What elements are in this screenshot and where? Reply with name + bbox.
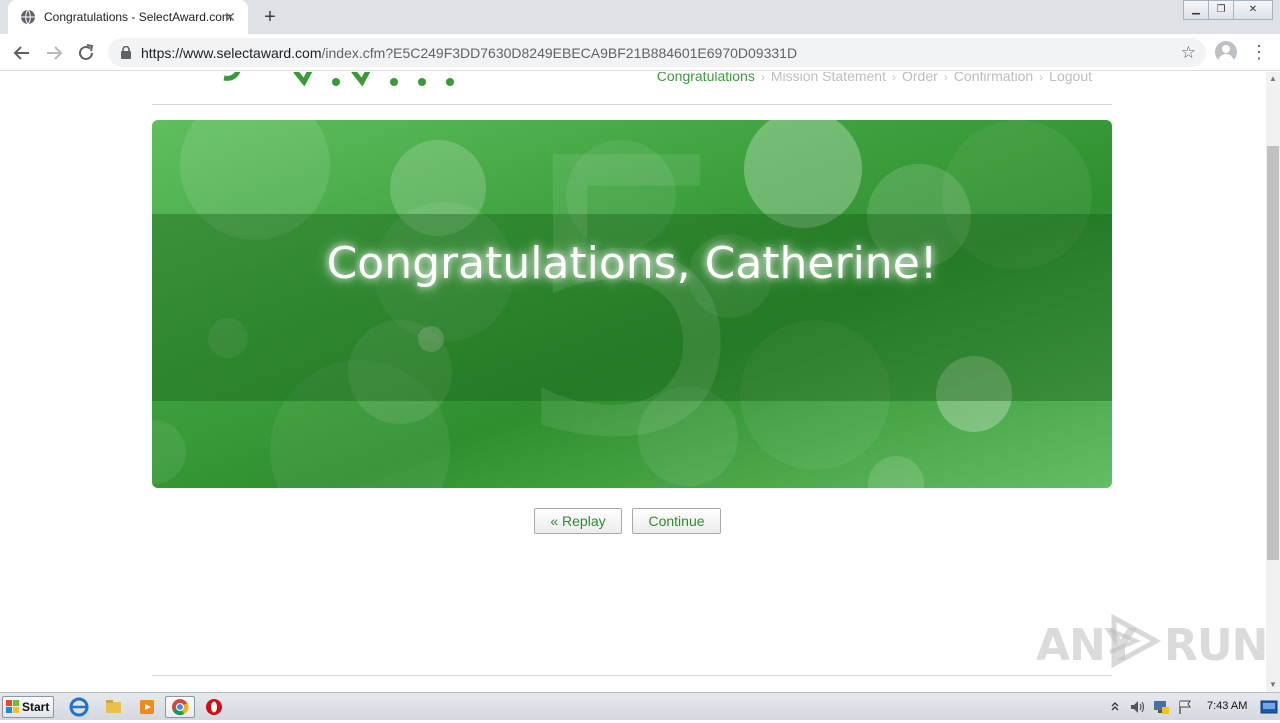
windows-taskbar: Start 7:43 AM: [0, 692, 1280, 720]
scroll-up-arrow-icon[interactable]: ▲: [1266, 72, 1280, 86]
chrome-taskbar-icon[interactable]: [165, 696, 195, 718]
watermark-right: RUN: [1164, 620, 1266, 671]
show-desktop-icon[interactable]: [1260, 699, 1278, 715]
lock-icon: [121, 46, 131, 59]
system-tray: [1105, 693, 1280, 721]
chevron-right-icon: ›: [943, 72, 948, 84]
url-text: https://www.selectaward.com/index.cfm?E5…: [141, 45, 797, 61]
address-bar[interactable]: https://www.selectaward.com/index.cfm?E5…: [108, 38, 1206, 67]
reload-icon[interactable]: [74, 41, 98, 65]
bokeh-bubble: [868, 456, 924, 488]
bokeh-bubble: [744, 120, 862, 228]
congratulations-banner: 5 Congratulations, Catherine!: [152, 120, 1112, 488]
close-window-button[interactable]: ✕: [1233, 0, 1273, 20]
breadcrumb-congratulations[interactable]: Congratulations: [657, 72, 755, 84]
browser-tab[interactable]: Congratulations - SelectAward.com ✕: [8, 0, 248, 34]
windows-logo-icon: [6, 700, 19, 713]
play-logo-icon: [1109, 613, 1162, 669]
bokeh-bubble: [152, 420, 186, 484]
bookmark-star-icon[interactable]: ☆: [1181, 43, 1196, 63]
action-center-flag-icon[interactable]: [1177, 699, 1193, 715]
start-label: Start: [22, 700, 50, 714]
browser-toolbar: https://www.selectaward.com/index.cfm?E5…: [0, 34, 1280, 71]
replay-button[interactable]: « Replay: [534, 508, 622, 534]
forward-arrow-icon[interactable]: [42, 41, 66, 65]
scroll-down-arrow-icon[interactable]: ▼: [1266, 678, 1280, 692]
footer-divider: [152, 675, 1112, 676]
globe-icon: [21, 9, 35, 25]
tab-close-icon[interactable]: ✕: [222, 9, 238, 25]
breadcrumb: Congratulations › Mission Statement › Order ›…: [657, 72, 1092, 84]
browser-tabstrip: Congratulations - SelectAward.com ✕ + ▁ …: [0, 0, 1280, 34]
chevron-right-icon: ›: [760, 72, 765, 84]
minimize-button[interactable]: ▁: [1183, 0, 1209, 20]
internet-explorer-icon[interactable]: [64, 696, 94, 718]
opera-icon[interactable]: [199, 696, 229, 718]
profile-avatar-icon[interactable]: [1215, 41, 1237, 63]
header-divider: [152, 104, 1112, 105]
breadcrumb-confirmation[interactable]: Confirmation: [954, 72, 1033, 84]
page-viewport: Congratulations › Mission Statement › Order ›…: [0, 72, 1266, 692]
continue-button[interactable]: Continue: [632, 508, 721, 534]
url-path: /index.cfm?E5C249F3DD7630D8249EBECA9BF21…: [321, 45, 798, 61]
tab-title: Congratulations - SelectAward.com: [44, 10, 232, 24]
anyrun-watermark: ANY RUN: [1036, 608, 1266, 671]
menu-kebab-icon[interactable]: ⋮: [1250, 42, 1268, 62]
background-digit: 5: [512, 120, 754, 488]
breadcrumb-order[interactable]: Order: [902, 72, 938, 84]
scroll-thumb[interactable]: [1267, 146, 1279, 560]
start-button[interactable]: Start: [2, 696, 54, 718]
media-player-icon[interactable]: [132, 696, 162, 718]
site-logo[interactable]: [214, 72, 464, 86]
banner-title: Congratulations, Catherine!: [326, 238, 938, 289]
back-arrow-icon[interactable]: [10, 41, 34, 65]
chevron-right-icon: ›: [1039, 72, 1044, 84]
taskbar-clock[interactable]: 7:43 AM: [1207, 700, 1247, 712]
chevron-right-icon: ›: [892, 72, 896, 84]
network-icon[interactable]: [1152, 698, 1170, 716]
url-host: https://www.selectaward.com: [141, 45, 322, 61]
restore-button[interactable]: ❐: [1208, 0, 1234, 20]
show-hidden-icons-icon[interactable]: [1110, 700, 1120, 714]
file-explorer-icon[interactable]: [98, 696, 128, 718]
new-tab-button[interactable]: +: [258, 6, 282, 28]
breadcrumb-mission-statement[interactable]: Mission Statement: [771, 72, 886, 84]
volume-icon[interactable]: [1129, 699, 1147, 715]
breadcrumb-logout[interactable]: Logout: [1049, 72, 1092, 84]
page-scrollbar[interactable]: ▲ ▼: [1266, 72, 1280, 692]
